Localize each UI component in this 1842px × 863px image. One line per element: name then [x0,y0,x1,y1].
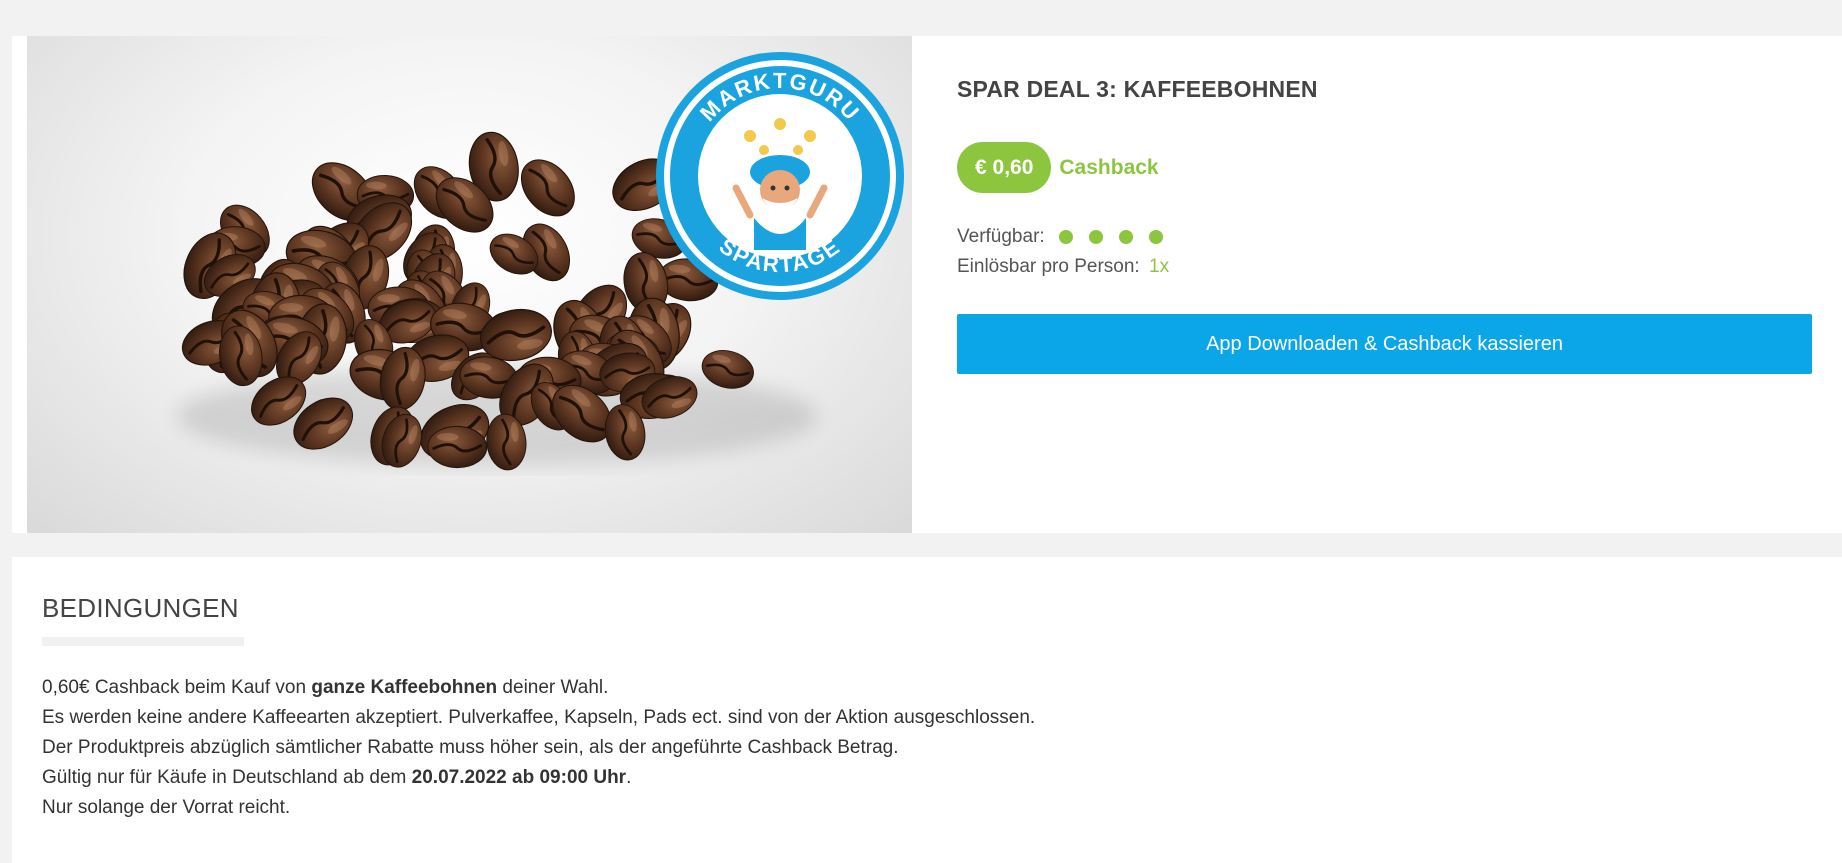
per-person-label: Einlösbar pro Person: [957,256,1140,277]
condition-line: Gültig nur für Käufe in Deutschland ab d… [42,767,632,788]
availability-dot [1118,230,1133,244]
deal-card: MARKTGURU SPARTAGE SPAR DEAL 3: KAFFEEBO… [12,36,1842,533]
availability-dot [1058,230,1073,244]
cashback-label: Cashback [1059,155,1159,179]
availability-indicator [1058,230,1179,244]
cashback-row: € 0,60 Cashback [957,142,1159,193]
availability-dot [1088,230,1103,244]
condition-line: 0,60€ Cashback beim Kauf von ganze Kaffe… [42,677,609,698]
condition-line: Der Produktpreis abzüglich sämtlicher Ra… [42,737,899,758]
conditions-title: BEDINGUNGEN [42,593,239,623]
per-person-value: 1x [1149,256,1170,277]
marktguru-spartage-badge: MARKTGURU SPARTAGE [654,50,906,302]
deal-title: SPAR DEAL 3: KAFFEEBOHNEN [957,76,1318,102]
conditions-text: 0,60€ Cashback beim Kauf von ganze Kaffe… [42,673,1035,823]
availability-row: Verfügbar: [957,226,1179,248]
availability-dot [1148,230,1163,244]
per-person-row: Einlösbar pro Person: 1x [957,256,1169,278]
condition-line: Es werden keine andere Kaffeearten akzep… [42,707,1036,728]
conditions-divider [42,637,244,646]
deal-image: MARKTGURU SPARTAGE [27,36,912,533]
deal-info: SPAR DEAL 3: KAFFEEBOHNEN € 0,60 Cashbac… [957,36,1842,533]
app-download-button[interactable]: App Downloaden & Cashback kassieren [957,314,1812,374]
conditions-card: BEDINGUNGEN 0,60€ Cashback beim Kauf von… [12,557,1842,863]
price-badge: € 0,60 [957,142,1052,193]
availability-label: Verfügbar: [957,226,1045,247]
condition-line: Nur solange der Vorrat reicht. [42,797,291,818]
